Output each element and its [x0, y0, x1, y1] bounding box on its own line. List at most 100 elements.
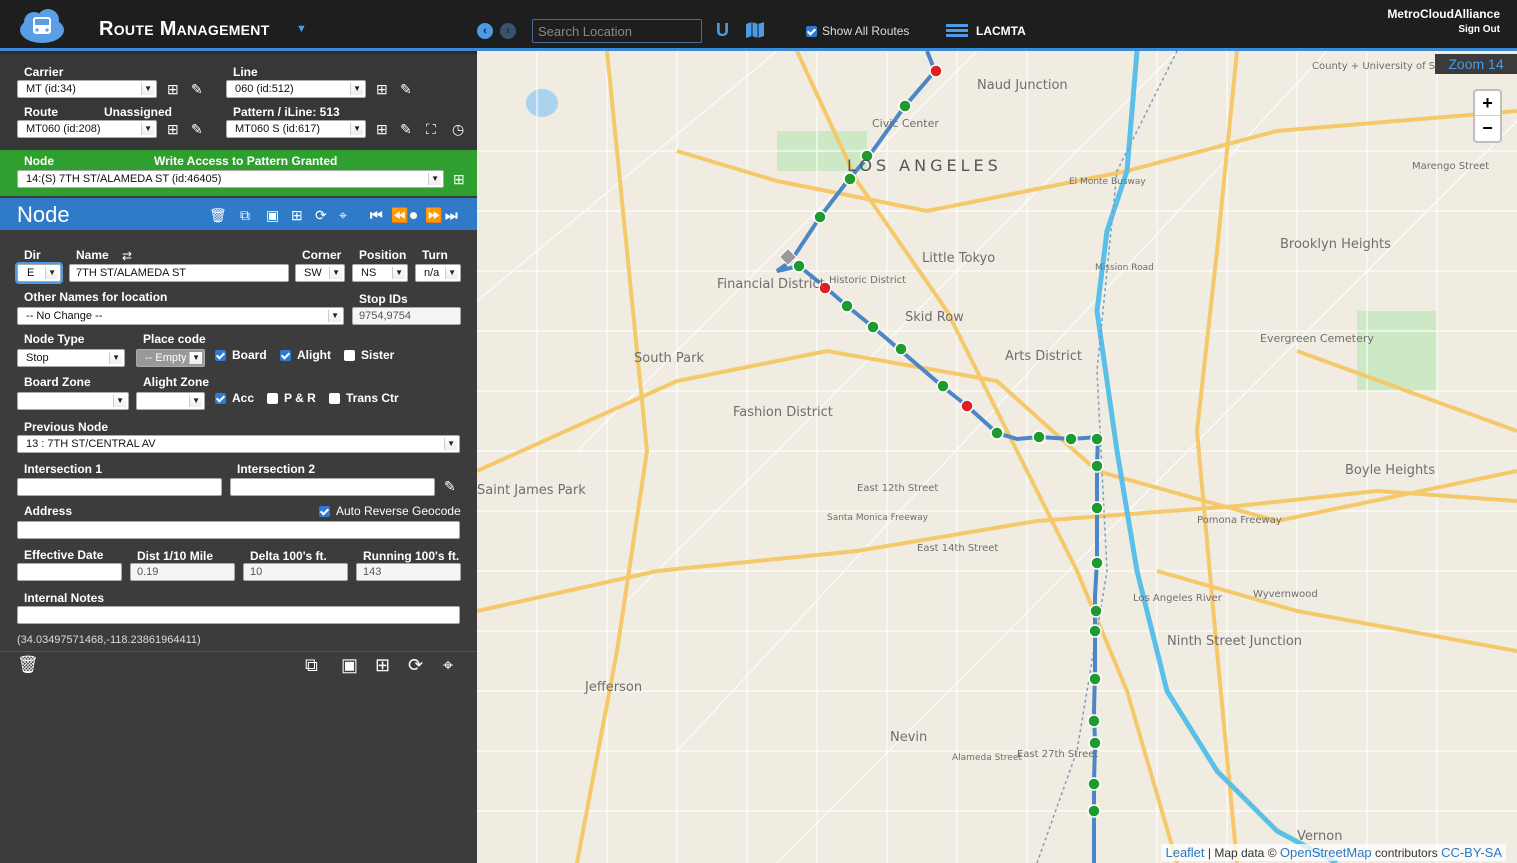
- save-icon[interactable]: ▣: [266, 207, 279, 224]
- stop-marker[interactable]: [840, 299, 854, 313]
- trash-icon[interactable]: 🗑: [209, 207, 227, 224]
- stop-marker[interactable]: [1087, 714, 1101, 728]
- add-route-icon[interactable]: ⊞: [167, 122, 179, 136]
- hamburger-menu-icon[interactable]: [946, 22, 968, 39]
- copy-icon[interactable]: ⧉: [240, 207, 250, 224]
- board-checkbox[interactable]: Board: [215, 348, 267, 362]
- stop-marker[interactable]: [1088, 736, 1102, 750]
- clock-icon[interactable]: ◷: [452, 122, 464, 136]
- zoom-in-button[interactable]: +: [1475, 91, 1500, 116]
- stop-marker[interactable]: [1090, 432, 1104, 446]
- stop-marker[interactable]: [1087, 777, 1101, 791]
- route-select[interactable]: MT060 (id:208) ▼: [17, 120, 157, 138]
- add-pattern-icon[interactable]: ⊞: [376, 122, 388, 136]
- stop-marker[interactable]: [1090, 556, 1104, 570]
- stop-marker[interactable]: [936, 379, 950, 393]
- nav-forward-icon[interactable]: ›: [500, 23, 516, 39]
- internal-notes-input[interactable]: [17, 606, 460, 624]
- timepoint-marker[interactable]: [960, 399, 974, 413]
- map-icon[interactable]: [745, 21, 765, 39]
- node-type-select[interactable]: Stop ▼: [17, 349, 125, 367]
- locate-node-icon[interactable]: ⌖: [443, 656, 453, 674]
- position-select[interactable]: NS ▼: [352, 264, 408, 282]
- stop-marker[interactable]: [1088, 624, 1102, 638]
- edit-route-icon[interactable]: ✎: [191, 122, 203, 136]
- sister-checkbox[interactable]: Sister: [344, 348, 394, 362]
- acc-check-icon[interactable]: [215, 392, 226, 404]
- save-node-icon[interactable]: ▣: [341, 656, 358, 674]
- stop-marker[interactable]: [990, 426, 1004, 440]
- stop-marker[interactable]: [813, 210, 827, 224]
- nav-back-icon[interactable]: ‹: [477, 23, 493, 39]
- stop-marker[interactable]: [1089, 604, 1103, 618]
- map-canvas[interactable]: Naud Junction LOS ANGELES Civic Center Fina…: [477, 51, 1517, 863]
- refresh-node-icon[interactable]: ⟳: [408, 656, 423, 674]
- osm-link[interactable]: OpenStreetMap: [1280, 845, 1372, 860]
- license-link[interactable]: CC-BY-SA: [1441, 845, 1502, 860]
- running-input[interactable]: 143: [356, 563, 461, 581]
- stop-marker[interactable]: [894, 342, 908, 356]
- trans-ctr-checkbox[interactable]: Trans Ctr: [329, 391, 399, 405]
- swap-icon[interactable]: ⇄: [122, 249, 132, 263]
- add-carrier-icon[interactable]: ⊞: [167, 82, 179, 96]
- line-select[interactable]: 060 (id:512) ▼: [226, 80, 366, 98]
- add-node-icon[interactable]: ⊞: [453, 172, 465, 186]
- magnet-icon[interactable]: U: [716, 20, 729, 41]
- stop-marker[interactable]: [1090, 459, 1104, 473]
- auto-reverse-geocode-checkbox[interactable]: Auto Reverse Geocode: [319, 504, 461, 518]
- trans-ctr-check-icon[interactable]: [329, 392, 340, 404]
- auto-reverse-check-icon[interactable]: [319, 505, 330, 517]
- node-select[interactable]: 14:(S) 7TH ST/ALAMEDA ST (id:46405) ▼: [17, 170, 444, 188]
- timepoint-marker[interactable]: [929, 64, 943, 78]
- last-node-icon[interactable]: ⏭: [445, 207, 458, 224]
- route-map[interactable]: Naud Junction LOS ANGELES Civic Center Fina…: [477, 51, 1517, 863]
- intersection2-input[interactable]: [230, 478, 435, 496]
- corner-select[interactable]: SW ▼: [295, 264, 345, 282]
- next-node-icon[interactable]: ⏩: [425, 207, 442, 224]
- app-logo-cloud-bus-icon[interactable]: [18, 8, 66, 44]
- edit-line-icon[interactable]: ✎: [400, 82, 412, 96]
- first-node-icon[interactable]: ⏮: [370, 207, 383, 224]
- delete-node-icon[interactable]: 🗑: [17, 656, 39, 673]
- sister-check-icon[interactable]: [344, 349, 355, 361]
- crosshair-icon[interactable]: ⌖: [339, 207, 347, 224]
- board-check-icon[interactable]: [215, 349, 226, 361]
- place-code-select[interactable]: -- Empty -- ▼: [136, 349, 205, 367]
- effective-date-input[interactable]: [17, 563, 122, 581]
- alight-checkbox[interactable]: Alight: [280, 348, 331, 362]
- add-node-bottom-icon[interactable]: ⊞: [375, 656, 390, 674]
- add-icon[interactable]: ⊞: [291, 207, 303, 224]
- park-ride-checkbox[interactable]: P & R: [267, 391, 316, 405]
- acc-checkbox[interactable]: Acc: [215, 391, 254, 405]
- stop-marker[interactable]: [792, 259, 806, 273]
- pattern-select[interactable]: MT060 S (id:617) ▼: [226, 120, 366, 138]
- name-input[interactable]: 7TH ST/ALAMEDA ST: [69, 264, 289, 282]
- park-ride-check-icon[interactable]: [267, 392, 278, 404]
- edit-intersection-icon[interactable]: ✎: [444, 479, 456, 493]
- fit-bounds-icon[interactable]: ⛶: [426, 122, 436, 136]
- search-location-input[interactable]: [532, 19, 702, 43]
- dir-select[interactable]: E ▼: [15, 262, 63, 284]
- copy-node-icon[interactable]: ⧉: [305, 656, 318, 674]
- stop-marker[interactable]: [866, 320, 880, 334]
- edit-carrier-icon[interactable]: ✎: [191, 82, 203, 96]
- stop-marker[interactable]: [1032, 430, 1046, 444]
- stop-marker[interactable]: [898, 99, 912, 113]
- title-dropdown-caret-icon[interactable]: ▼: [296, 23, 307, 35]
- intersection1-input[interactable]: [17, 478, 222, 496]
- previous-node-select[interactable]: 13 : 7TH ST/CENTRAL AV ▼: [17, 435, 460, 453]
- stop-marker[interactable]: [1088, 672, 1102, 686]
- stop-marker[interactable]: [1087, 804, 1101, 818]
- leaflet-link[interactable]: Leaflet: [1165, 845, 1204, 860]
- turn-select[interactable]: n/a ▼: [415, 264, 461, 282]
- app-title[interactable]: Route Management: [99, 18, 270, 41]
- show-all-routes-checkbox[interactable]: [806, 25, 817, 37]
- add-line-icon[interactable]: ⊞: [376, 82, 388, 96]
- board-zone-select[interactable]: ▼: [17, 392, 129, 410]
- stop-marker[interactable]: [1064, 432, 1078, 446]
- other-names-select[interactable]: -- No Change -- ▼: [17, 307, 344, 325]
- edit-pattern-icon[interactable]: ✎: [400, 122, 412, 136]
- stop-marker[interactable]: [1090, 501, 1104, 515]
- prev-node-icon[interactable]: ⏪: [391, 207, 408, 224]
- show-all-routes-toggle[interactable]: Show All Routes: [806, 24, 909, 38]
